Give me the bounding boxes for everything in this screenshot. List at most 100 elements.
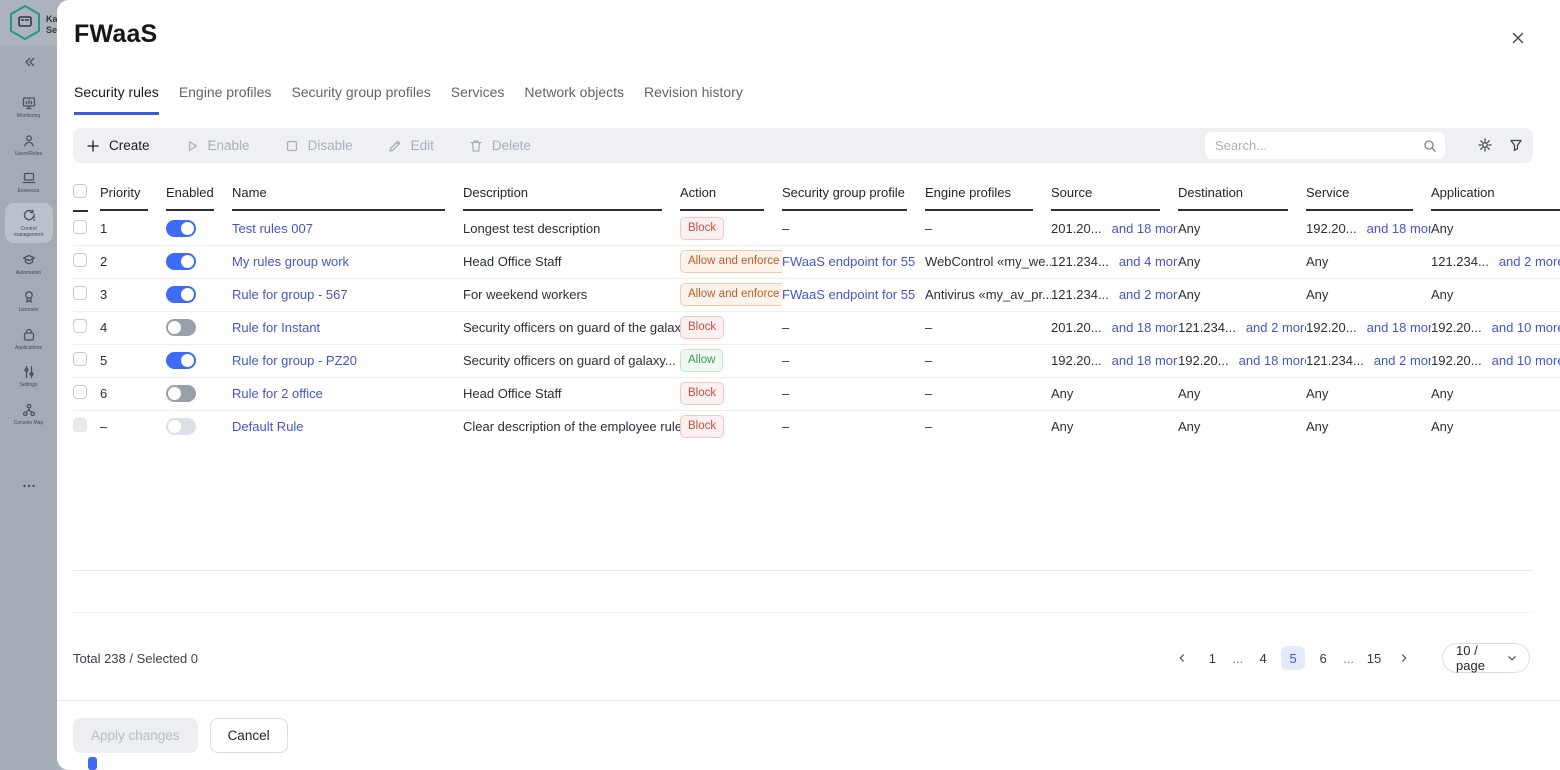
more-link[interactable]: and 18 more xyxy=(1367,221,1431,236)
more-link[interactable]: and 18 more xyxy=(1112,353,1178,368)
sidebar-item-settings[interactable]: Settings xyxy=(5,359,53,393)
column-header-action: Action xyxy=(680,178,782,212)
edit-button[interactable]: Edit xyxy=(387,138,434,154)
tab-services[interactable]: Services xyxy=(451,84,505,115)
sgp-link[interactable]: FWaaS endpoint for 55 xyxy=(782,287,915,302)
tab-network-objects[interactable]: Network objects xyxy=(524,84,624,115)
destination-cell: Any xyxy=(1178,377,1306,410)
source-cell: 121.234...and 4 more xyxy=(1051,245,1178,278)
tab-security-group-profiles[interactable]: Security group profiles xyxy=(291,84,430,115)
create-button[interactable]: Create xyxy=(85,138,150,154)
more-link[interactable]: and 4 more xyxy=(1119,254,1178,269)
row-checkbox[interactable] xyxy=(73,319,87,333)
row-checkbox[interactable] xyxy=(73,352,87,366)
sidebar-item-automation[interactable]: Automation xyxy=(5,247,53,281)
more-link[interactable]: and 10 more xyxy=(1492,320,1560,335)
tab-security-rules[interactable]: Security rules xyxy=(74,84,159,115)
gear-icon[interactable] xyxy=(1477,137,1494,154)
action-badge: Allow xyxy=(680,349,723,373)
more-link[interactable]: and 10 more xyxy=(1492,353,1560,368)
toggle-knob xyxy=(181,255,194,268)
rule-name-link[interactable]: Rule for Instant xyxy=(232,320,320,335)
rule-name-link[interactable]: Test rules 007 xyxy=(232,221,313,236)
sidebar-item-applications[interactable]: Applications xyxy=(5,322,53,356)
row-checkbox[interactable] xyxy=(73,286,87,300)
sidebar-item-licenses[interactable]: Licenses xyxy=(5,284,53,318)
sidebar-collapse-button[interactable] xyxy=(0,54,57,70)
tab-revision-history[interactable]: Revision history xyxy=(644,84,743,115)
square-icon xyxy=(284,138,300,154)
enable-button[interactable]: Enable xyxy=(184,138,250,154)
more-link[interactable]: and 2 more xyxy=(1374,353,1431,368)
page-button-6[interactable]: 6 xyxy=(1311,646,1335,670)
destination-cell: 192.20...and 18 more xyxy=(1178,344,1306,377)
sidebar-item-console-map[interactable]: Console Map xyxy=(5,397,53,431)
row-checkbox[interactable] xyxy=(73,253,87,267)
enabled-toggle[interactable] xyxy=(166,253,196,270)
more-link[interactable]: and 18 more xyxy=(1112,221,1178,236)
row-checkbox xyxy=(73,418,87,432)
search-input[interactable] xyxy=(1215,138,1422,153)
rule-name-link[interactable]: Rule for group - PZ20 xyxy=(232,353,357,368)
filter-icon[interactable] xyxy=(1508,137,1525,154)
cancel-button[interactable]: Cancel xyxy=(210,718,288,753)
select-all-checkbox[interactable] xyxy=(73,184,87,198)
app-logo-text: KaSe xyxy=(46,14,58,37)
rule-name-link[interactable]: Rule for group - 567 xyxy=(232,287,348,302)
sidebar-item-monitoring[interactable]: Monitoring xyxy=(5,90,53,124)
award-icon xyxy=(21,289,37,305)
column-header-application: Application xyxy=(1431,178,1560,212)
create-button-label: Create xyxy=(109,138,150,153)
disable-button[interactable]: Disable xyxy=(284,138,353,154)
enabled-toggle[interactable] xyxy=(166,286,196,303)
close-button[interactable] xyxy=(1506,26,1528,48)
rule-name-link[interactable]: Rule for 2 office xyxy=(232,386,323,401)
more-link[interactable]: and 18 more xyxy=(1239,353,1306,368)
page-button-1[interactable]: 1 xyxy=(1200,646,1224,670)
scrollbar-thumb[interactable] xyxy=(88,757,97,770)
more-link[interactable]: and 2 more xyxy=(1499,254,1560,269)
sidebar-item-essences[interactable]: Essences xyxy=(5,165,53,199)
page-button-4[interactable]: 4 xyxy=(1251,646,1275,670)
row-checkbox[interactable] xyxy=(73,385,87,399)
page-size-select[interactable]: 10 / page xyxy=(1442,643,1530,673)
more-link[interactable]: and 18 more xyxy=(1367,320,1431,335)
sidebar-more-button[interactable] xyxy=(0,478,57,494)
prev-page-button[interactable] xyxy=(1170,646,1194,670)
sidebar-item-users-roles[interactable]: Users/Roles xyxy=(5,128,53,162)
engine-profiles-cell: – xyxy=(925,212,1051,245)
enabled-toggle[interactable] xyxy=(166,352,196,369)
sidebar-item-control-management[interactable]: Control management xyxy=(5,203,53,243)
enable-button-label: Enable xyxy=(208,138,250,153)
column-header-priority: Priority xyxy=(100,178,166,212)
automation-icon xyxy=(21,252,37,268)
column-header-source: Source xyxy=(1051,178,1178,212)
rule-name-link[interactable]: My rules group work xyxy=(232,254,349,269)
enabled-toggle[interactable] xyxy=(166,319,196,336)
enabled-toggle[interactable] xyxy=(166,220,196,237)
row-checkbox[interactable] xyxy=(73,220,87,234)
toggle-knob xyxy=(181,222,194,235)
table-row: 3Rule for group - 567For weekend workers… xyxy=(73,278,1560,311)
next-page-button[interactable] xyxy=(1392,646,1416,670)
more-link[interactable]: and 2 more xyxy=(1119,287,1178,302)
apply-changes-button[interactable]: Apply changes xyxy=(73,718,198,753)
sgp-link[interactable]: FWaaS endpoint for 55 xyxy=(782,254,915,269)
tab-engine-profiles[interactable]: Engine profiles xyxy=(179,84,272,115)
more-link[interactable]: and 2 more xyxy=(1246,320,1306,335)
search-icon xyxy=(1422,138,1437,153)
page-button-5[interactable]: 5 xyxy=(1281,646,1305,670)
delete-button[interactable]: Delete xyxy=(468,138,531,154)
more-link[interactable]: and 18 more xyxy=(1112,320,1178,335)
source-cell: 201.20...and 18 more xyxy=(1051,311,1178,344)
service-cell: Any xyxy=(1306,278,1431,311)
enabled-toggle xyxy=(166,418,196,435)
service-cell: Any xyxy=(1306,410,1431,442)
enabled-toggle[interactable] xyxy=(166,385,196,402)
column-header-description: Description xyxy=(463,178,680,212)
disable-button-label: Disable xyxy=(308,138,353,153)
rule-name-link[interactable]: Default Rule xyxy=(232,419,304,434)
page-button-15[interactable]: 15 xyxy=(1362,646,1386,670)
sidebar-item-label: Essences xyxy=(18,188,40,195)
service-cell: Any xyxy=(1306,245,1431,278)
